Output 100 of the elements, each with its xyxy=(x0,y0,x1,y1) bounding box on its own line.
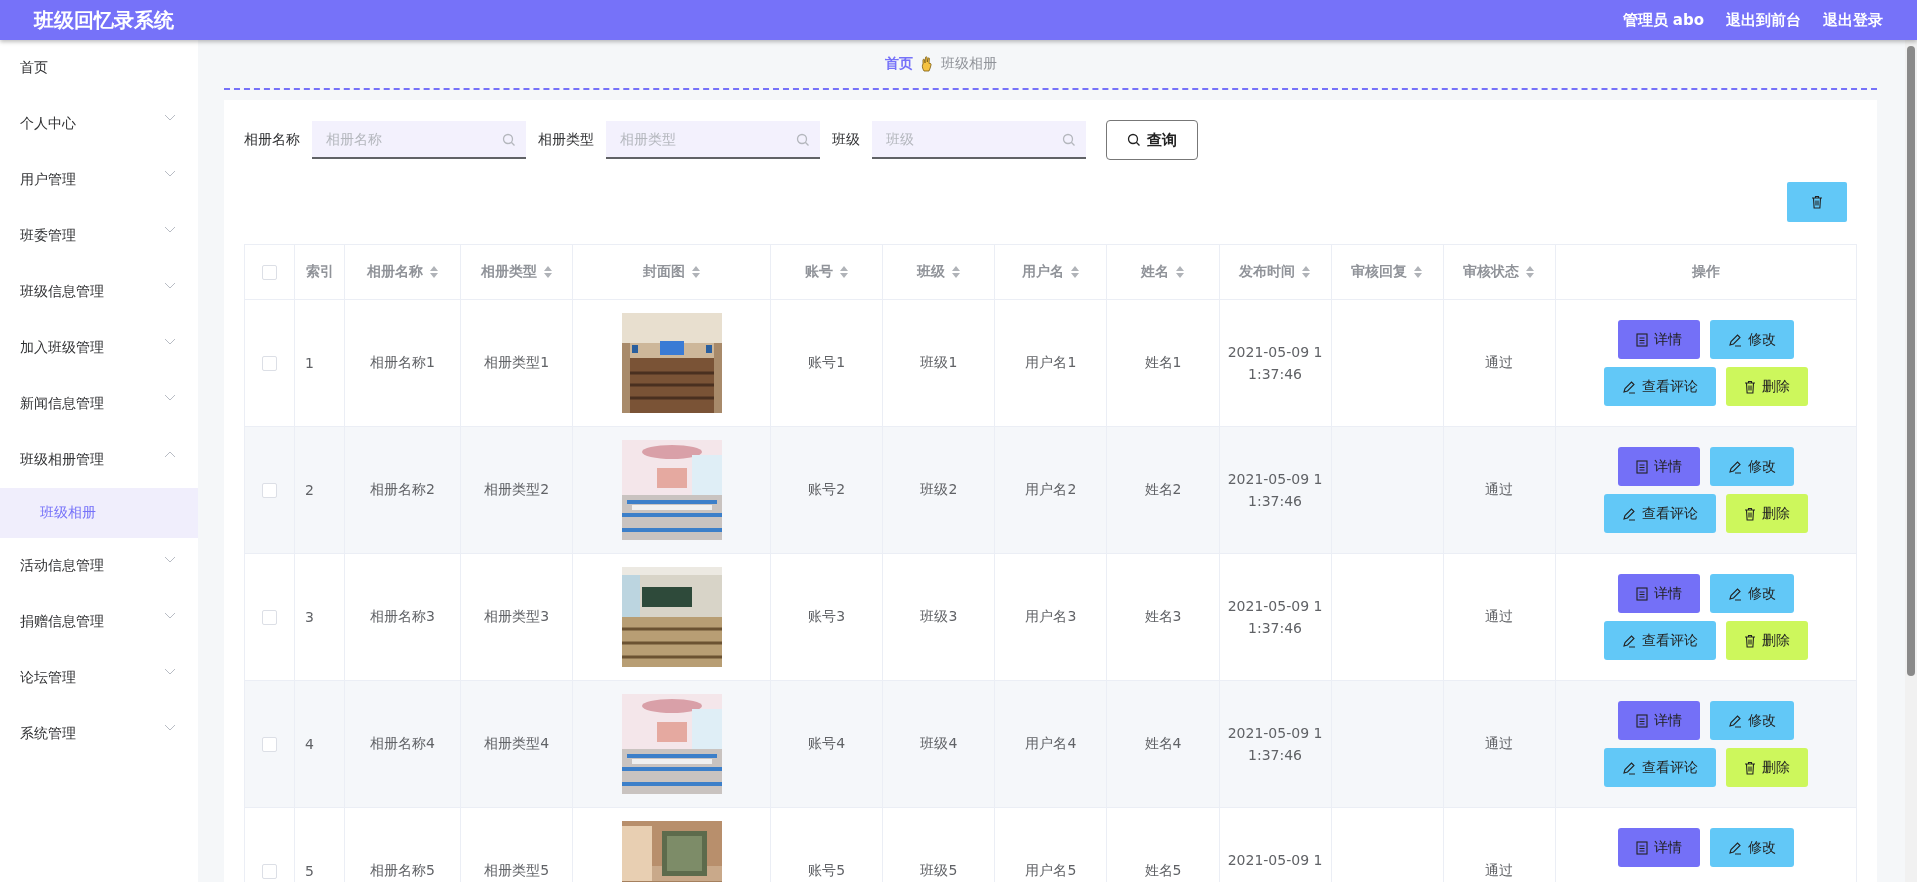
table-cell: 班级1 xyxy=(920,354,958,370)
table-cell-text: 1:37:46 xyxy=(1247,365,1304,384)
document-icon xyxy=(1635,332,1648,347)
field-label: 相册名称 xyxy=(244,131,300,149)
table-cell: 姓名2 xyxy=(1144,481,1182,497)
edit-button[interactable]: 修改 xyxy=(1709,701,1794,740)
sort-icon xyxy=(428,265,439,279)
search-icon xyxy=(796,133,810,147)
table-cell: 班级4 xyxy=(920,735,958,751)
column-header: 索引 xyxy=(305,263,334,281)
detail-button[interactable]: 详情 xyxy=(1617,574,1700,613)
search-icon xyxy=(1062,133,1076,147)
comments-button[interactable]: 查看评论 xyxy=(1603,367,1716,406)
comments-button[interactable]: 查看评论 xyxy=(1603,621,1716,660)
detail-button[interactable]: 详情 xyxy=(1617,701,1700,740)
table-cell: 4 xyxy=(305,736,314,752)
table-cell: 账号4 xyxy=(808,735,846,751)
header-link[interactable]: 退出到前台 xyxy=(1726,10,1801,30)
table-cell: 相册名称2 xyxy=(370,481,435,497)
table-cell: 姓名4 xyxy=(1144,735,1182,751)
table-cell: 班级2 xyxy=(920,481,958,497)
table-cell: 3 xyxy=(305,609,314,625)
sidebar-item[interactable]: 班委管理 xyxy=(0,208,198,264)
comments-button[interactable]: 查看评论 xyxy=(1603,748,1716,787)
select-all-checkbox[interactable] xyxy=(262,265,277,281)
table-cell: 通过 xyxy=(1485,735,1514,751)
sidebar-item[interactable]: 加入班级管理 xyxy=(0,320,198,376)
sidebar-item[interactable]: 论坛管理 xyxy=(0,650,198,706)
edit-button[interactable]: 修改 xyxy=(1709,320,1794,359)
sidebar-item[interactable]: 首页 xyxy=(0,40,198,96)
edit-button[interactable]: 修改 xyxy=(1709,447,1794,486)
search-field[interactable]: 相册类型 xyxy=(606,121,820,159)
row-checkbox[interactable] xyxy=(262,737,277,753)
sidebar-item[interactable]: 系统管理 xyxy=(0,706,198,762)
detail-button[interactable]: 详情 xyxy=(1617,828,1700,867)
edit-button[interactable]: 修改 xyxy=(1709,574,1794,613)
table-cell: 姓名5 xyxy=(1144,862,1182,878)
scrollbar[interactable] xyxy=(1905,40,1917,882)
detail-button[interactable]: 详情 xyxy=(1617,320,1700,359)
sort-icon xyxy=(1175,265,1185,279)
header-link[interactable]: 管理员 abo xyxy=(1622,10,1704,30)
table-cell: 用户名5 xyxy=(1025,862,1077,878)
row-checkbox[interactable] xyxy=(262,356,277,372)
sort-icon xyxy=(1525,265,1536,279)
field-label: 相册类型 xyxy=(538,131,594,149)
table-cell-text: 2021-05-09 1 xyxy=(1226,851,1324,870)
table-cell: 相册名称4 xyxy=(370,735,435,751)
pencil-icon xyxy=(1727,713,1742,728)
trash-icon xyxy=(1743,506,1756,521)
chevron-down-icon xyxy=(164,612,176,620)
table-cell: 姓名1 xyxy=(1144,354,1182,370)
table-cell-text: 1:37:46 xyxy=(1247,746,1304,765)
pencil-icon xyxy=(1727,459,1742,474)
table-cell: 用户名2 xyxy=(1025,481,1077,497)
sidebar-item[interactable]: 新闻信息管理 xyxy=(0,376,198,432)
pencil-icon xyxy=(1621,379,1636,394)
chevron-down-icon xyxy=(164,724,176,732)
sort-icon xyxy=(1069,265,1080,279)
delete-button[interactable]: 删除 xyxy=(1725,494,1808,533)
chevron-down-icon xyxy=(164,556,176,564)
row-checkbox[interactable] xyxy=(262,483,277,499)
search-field[interactable]: 班级 xyxy=(872,121,1086,159)
trash-icon xyxy=(1743,379,1756,394)
delete-button[interactable]: 删除 xyxy=(1725,748,1808,787)
sidebar-item[interactable]: 班级信息管理 xyxy=(0,264,198,320)
trash-icon xyxy=(1811,195,1823,209)
sidebar-item[interactable]: 捐赠信息管理 xyxy=(0,594,198,650)
query-button[interactable]: 查询 xyxy=(1106,120,1198,160)
pencil-icon xyxy=(1727,586,1742,601)
header-link[interactable]: 退出登录 xyxy=(1823,10,1883,30)
sidebar-item[interactable]: 班级相册管理 xyxy=(0,432,198,488)
table-cell-text: 2021-05-09 1 xyxy=(1226,597,1324,616)
edit-button[interactable]: 修改 xyxy=(1709,828,1794,867)
table-cell: 相册类型2 xyxy=(484,481,550,497)
breadcrumb-link[interactable]: 首页 xyxy=(884,55,913,73)
comments-button[interactable]: 查看评论 xyxy=(1603,494,1716,533)
table-cell: 1 xyxy=(305,355,314,371)
table-cell: 2 xyxy=(305,482,314,498)
chevron-down-icon xyxy=(164,668,176,676)
pencil-icon xyxy=(1727,840,1742,855)
table-cell: 班级3 xyxy=(920,608,958,624)
pencil-icon xyxy=(1621,506,1636,521)
table-cell: 通过 xyxy=(1485,608,1514,624)
table-cell: 相册类型5 xyxy=(484,862,550,878)
delete-button[interactable] xyxy=(1787,182,1847,222)
table-cell-text: 2021-05-09 1 xyxy=(1226,724,1324,743)
delete-button[interactable]: 删除 xyxy=(1725,621,1808,660)
sidebar-item[interactable]: 用户管理 xyxy=(0,152,198,208)
row-checkbox[interactable] xyxy=(262,864,277,880)
table-cell: 相册类型1 xyxy=(484,354,550,370)
delete-button[interactable]: 删除 xyxy=(1725,367,1808,406)
breadcrumb-current: 班级相册 xyxy=(940,55,997,73)
search-field[interactable]: 相册名称 xyxy=(312,121,526,159)
detail-button[interactable]: 详情 xyxy=(1617,447,1700,486)
sidebar-item[interactable]: 个人中心 xyxy=(0,96,198,152)
row-checkbox[interactable] xyxy=(262,610,277,626)
chevron-down-icon xyxy=(164,394,176,402)
table-cell: 姓名3 xyxy=(1144,608,1182,624)
sidebar-item[interactable]: 活动信息管理 xyxy=(0,538,198,594)
table-cell: 班级5 xyxy=(920,862,958,878)
